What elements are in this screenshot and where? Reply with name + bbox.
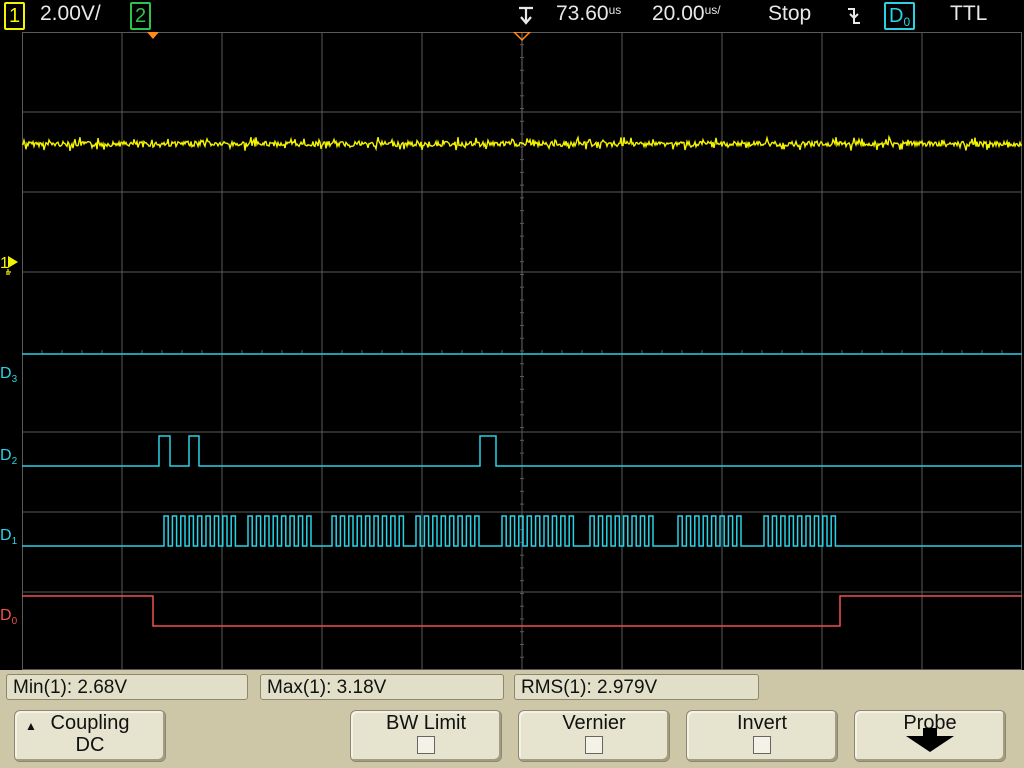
trigger-level: TTL <box>950 2 988 25</box>
graticule <box>22 32 1022 670</box>
vernier-softkey[interactable]: Vernier <box>518 710 670 762</box>
submenu-arrow-icon <box>906 728 954 752</box>
time-delay-value: 73.60us <box>556 2 622 25</box>
falling-edge-icon <box>846 6 862 32</box>
vernier-checkbox[interactable] <box>585 736 603 754</box>
time-scale-value: 20.00us/ <box>652 2 721 25</box>
channel-1-scale: 2.00V/ <box>40 2 101 25</box>
waveform-display[interactable] <box>22 32 1022 670</box>
invert-checkbox[interactable] <box>753 736 771 754</box>
bw-limit-softkey[interactable]: BW Limit <box>350 710 502 762</box>
waveform-canvas <box>22 32 1022 670</box>
bw-limit-label: BW Limit <box>386 712 466 734</box>
probe-softkey[interactable]: Probe <box>854 710 1006 762</box>
measurement-min[interactable]: Min(1): 2.68V <box>6 674 248 700</box>
delay-marker-icon <box>147 32 159 39</box>
coupling-softkey[interactable]: ▲ Coupling DC <box>14 710 166 762</box>
d2-label: D2 <box>0 447 18 468</box>
d0-label: D0 <box>0 607 18 628</box>
bw-limit-checkbox[interactable] <box>417 736 435 754</box>
ground-icon <box>6 256 18 275</box>
vernier-label: Vernier <box>562 712 626 734</box>
coupling-value: DC <box>75 734 105 756</box>
trigger-markers <box>147 32 532 42</box>
channel-labels: 1 D3 D2 D1 D0 <box>0 0 22 700</box>
trigger-source-indicator[interactable]: D0 <box>884 2 916 30</box>
d1-label: D1 <box>0 527 18 548</box>
coupling-label: Coupling <box>50 712 130 734</box>
measurement-max[interactable]: Max(1): 3.18V <box>260 674 504 700</box>
trigger-position-icon <box>516 4 536 32</box>
invert-label: Invert <box>736 712 788 734</box>
measurement-rms[interactable]: RMS(1): 2.979V <box>514 674 759 700</box>
invert-softkey[interactable]: Invert <box>686 710 838 762</box>
status-bar: 1 2.00V/ 2 73.60us 20.00us/ Stop D0 TTL <box>0 0 1024 30</box>
ch1-ground-marker[interactable]: 1 <box>0 256 18 275</box>
control-panel: Min(1): 2.68V Max(1): 3.18V RMS(1): 2.97… <box>0 670 1024 768</box>
cycle-up-icon: ▲ <box>25 719 37 733</box>
channel-2-indicator[interactable]: 2 <box>130 2 152 30</box>
d3-label: D3 <box>0 365 18 386</box>
run-state: Stop <box>768 2 812 25</box>
